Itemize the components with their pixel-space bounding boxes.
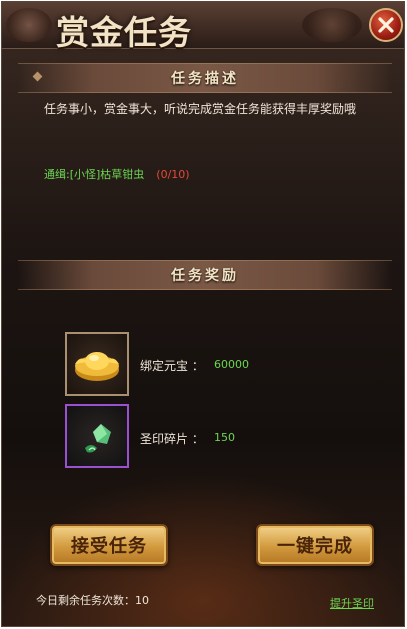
header-ornament-left (6, 8, 52, 42)
close-icon (378, 17, 394, 33)
bounty-target-line: 通缉:[小怪]枯草钳虫 (0/10) (44, 166, 190, 182)
gold-ingot-icon (75, 352, 119, 381)
remaining-attempts-text: 今日剩余任务次数：10 (36, 594, 149, 607)
reward-value-seal: 150 (214, 431, 235, 444)
seal-fragment-icon (85, 424, 111, 453)
reward-name-gold: 绑定元宝 ： (140, 359, 204, 373)
close-button[interactable] (369, 8, 403, 42)
diamond-icon (32, 71, 43, 82)
reward-value-gold: 60000 (214, 358, 249, 371)
section-title-description: 任务描述 (171, 71, 239, 87)
bounty-progress: (0/10) (156, 168, 190, 181)
section-task-description: 任务描述 (18, 63, 392, 93)
reward-slot-gold[interactable] (65, 332, 129, 396)
reward-name-seal: 圣印碎片 ： (140, 432, 204, 446)
instant-complete-button[interactable]: 一键完成 (256, 524, 374, 566)
task-description-text: 任务事小，赏金事大，听说完成赏金任务能获得丰厚奖励哦 (44, 102, 357, 116)
accept-task-button[interactable]: 接受任务 (50, 524, 168, 566)
reward-slot-seal[interactable] (65, 404, 129, 468)
section-task-reward: 任务奖励 (18, 260, 392, 290)
bounty-task-window: 赏金任务 任务描述 任务事小，赏金事大，听说完成赏金任务能获得丰厚奖励哦 通缉:… (1, 1, 405, 627)
upgrade-seal-link[interactable]: 提升圣印 (330, 595, 374, 611)
bounty-target-label: 通缉:[小怪]枯草钳虫 (44, 168, 145, 181)
section-title-reward: 任务奖励 (171, 268, 239, 284)
window-title: 赏金任务 (56, 13, 192, 52)
window-header: 赏金任务 (2, 2, 404, 52)
header-ornament-right (302, 8, 362, 42)
